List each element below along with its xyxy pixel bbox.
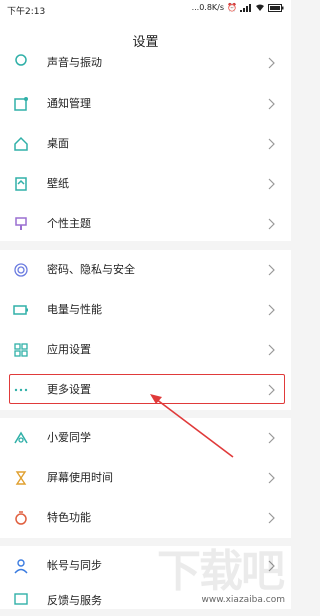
hourglass-icon (15, 471, 27, 485)
chevron-right-icon (268, 432, 275, 444)
wifi-icon (256, 4, 264, 11)
settings-item-desktop[interactable]: 桌面 (0, 124, 291, 164)
settings-item-label: 帐号与同步 (47, 559, 102, 572)
wallpaper-icon (15, 177, 27, 191)
chevron-right-icon (268, 138, 275, 150)
settings-item-security[interactable]: 密码、隐私与安全 (0, 250, 291, 290)
settings-item-label: 屏幕使用时间 (47, 471, 113, 484)
apps-icon (14, 343, 28, 357)
notification-icon (14, 97, 28, 111)
settings-item-label: 小爱同学 (47, 431, 91, 444)
signal-icon (240, 3, 251, 12)
chevron-right-icon (268, 304, 275, 316)
settings-item-label: 个性主题 (47, 217, 91, 230)
chevron-right-icon (268, 57, 275, 69)
chevron-right-icon (268, 218, 275, 230)
watermark-logo: 下载吧 (157, 546, 285, 597)
account-icon (14, 559, 28, 574)
chevron-right-icon (268, 178, 275, 190)
chevron-right-icon (268, 344, 275, 356)
settings-item-xiaoai[interactable]: 小爱同学 (0, 418, 291, 458)
fingerprint-icon (14, 263, 28, 277)
settings-item-screen-time[interactable]: 屏幕使用时间 (0, 458, 291, 498)
theme-icon (15, 217, 27, 230)
settings-item-label: 电量与性能 (47, 303, 102, 316)
battery-icon (13, 305, 28, 315)
chevron-right-icon (268, 472, 275, 484)
settings-item-theme[interactable]: 个性主题 (0, 204, 291, 244)
battery-icon (268, 3, 284, 12)
settings-item-label: 声音与振动 (47, 56, 102, 69)
settings-item-label: 密码、隐私与安全 (47, 263, 135, 276)
highlight-box (9, 374, 285, 404)
section-features: 小爱同学 屏幕使用时间 特色功能 (0, 418, 291, 538)
settings-item-notifications[interactable]: 通知管理 (0, 84, 291, 124)
settings-item-label: 壁纸 (47, 177, 69, 190)
status-time: 下午2:13 (7, 7, 46, 17)
status-bar: 下午2:13 ...0.8K/s ⏰ (0, 0, 291, 20)
settings-item-label: 通知管理 (47, 97, 91, 110)
settings-item-features[interactable]: 特色功能 (0, 498, 291, 538)
status-right: ...0.8K/s ⏰ (192, 3, 284, 12)
network-speed: ...0.8K/s (191, 3, 225, 12)
settings-item-wallpaper[interactable]: 壁纸 (0, 164, 291, 204)
sound-icon (15, 54, 27, 66)
settings-item-label: 桌面 (47, 137, 69, 150)
settings-item-sound[interactable]: 声音与振动 (0, 48, 291, 78)
xiaoai-icon (14, 431, 28, 444)
home-icon (14, 136, 28, 151)
feature-icon (15, 511, 27, 525)
settings-item-label: 特色功能 (47, 511, 91, 524)
chevron-right-icon (268, 512, 275, 524)
settings-item-apps[interactable]: 应用设置 (0, 330, 291, 370)
feedback-icon (14, 593, 28, 605)
alarm-icon: ⏰ (227, 3, 237, 12)
settings-item-battery[interactable]: 电量与性能 (0, 290, 291, 330)
settings-item-label: 应用设置 (47, 343, 91, 356)
watermark-text: www.xiazaiba.com (201, 595, 285, 605)
settings-item-label: 反馈与服务 (47, 594, 102, 607)
chevron-right-icon (268, 264, 275, 276)
chevron-right-icon (268, 98, 275, 110)
section-personalization: 声音与振动 通知管理 桌面 壁纸 个性主题 (0, 54, 291, 244)
